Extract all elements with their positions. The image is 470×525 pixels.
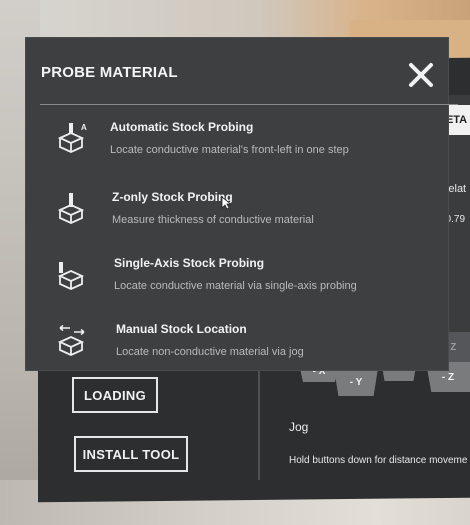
manual-stock-location-icon [56,324,90,358]
dialog-title: PROBE MATERIAL [41,64,178,81]
probe-stock-auto-icon: A [56,122,90,156]
option-automatic-stock-probing[interactable]: A Automatic Stock Probing Locate conduct… [44,116,424,176]
option-title: Single-Axis Stock Probing [114,256,265,270]
option-description: Locate conductive material via single-ax… [114,280,357,292]
close-icon[interactable] [406,60,436,90]
option-description: Locate non-conductive material via jog [116,346,304,358]
probe-material-dialog: PROBE MATERIAL A Automatic Stock Probing… [26,38,458,370]
loading-button[interactable]: LOADING [72,377,158,413]
panel-divider [258,360,260,480]
option-manual-stock-location[interactable]: Manual Stock Location Locate non-conduct… [44,318,424,378]
option-description: Locate conductive material's front-left … [110,144,349,156]
svg-text:A: A [81,123,87,132]
probe-stock-single-axis-icon [56,258,90,292]
install-tool-button[interactable]: INSTALL TOOL [74,436,188,472]
jog-label: Jog [289,420,309,434]
option-z-only-stock-probing[interactable]: Z-only Stock Probing Measure thickness o… [44,186,424,246]
probe-stock-z-icon [56,192,90,226]
dialog-divider [40,104,458,105]
jog-hint: Hold buttons down for distance moveme [289,455,468,466]
option-single-axis-stock-probing[interactable]: Single-Axis Stock Probing Locate conduct… [44,252,424,312]
mouse-pointer-icon [221,196,232,210]
option-title: Manual Stock Location [116,322,247,336]
option-title: Automatic Stock Probing [110,120,254,134]
option-title: Z-only Stock Probing [112,190,233,204]
option-description: Measure thickness of conductive material [112,214,314,226]
